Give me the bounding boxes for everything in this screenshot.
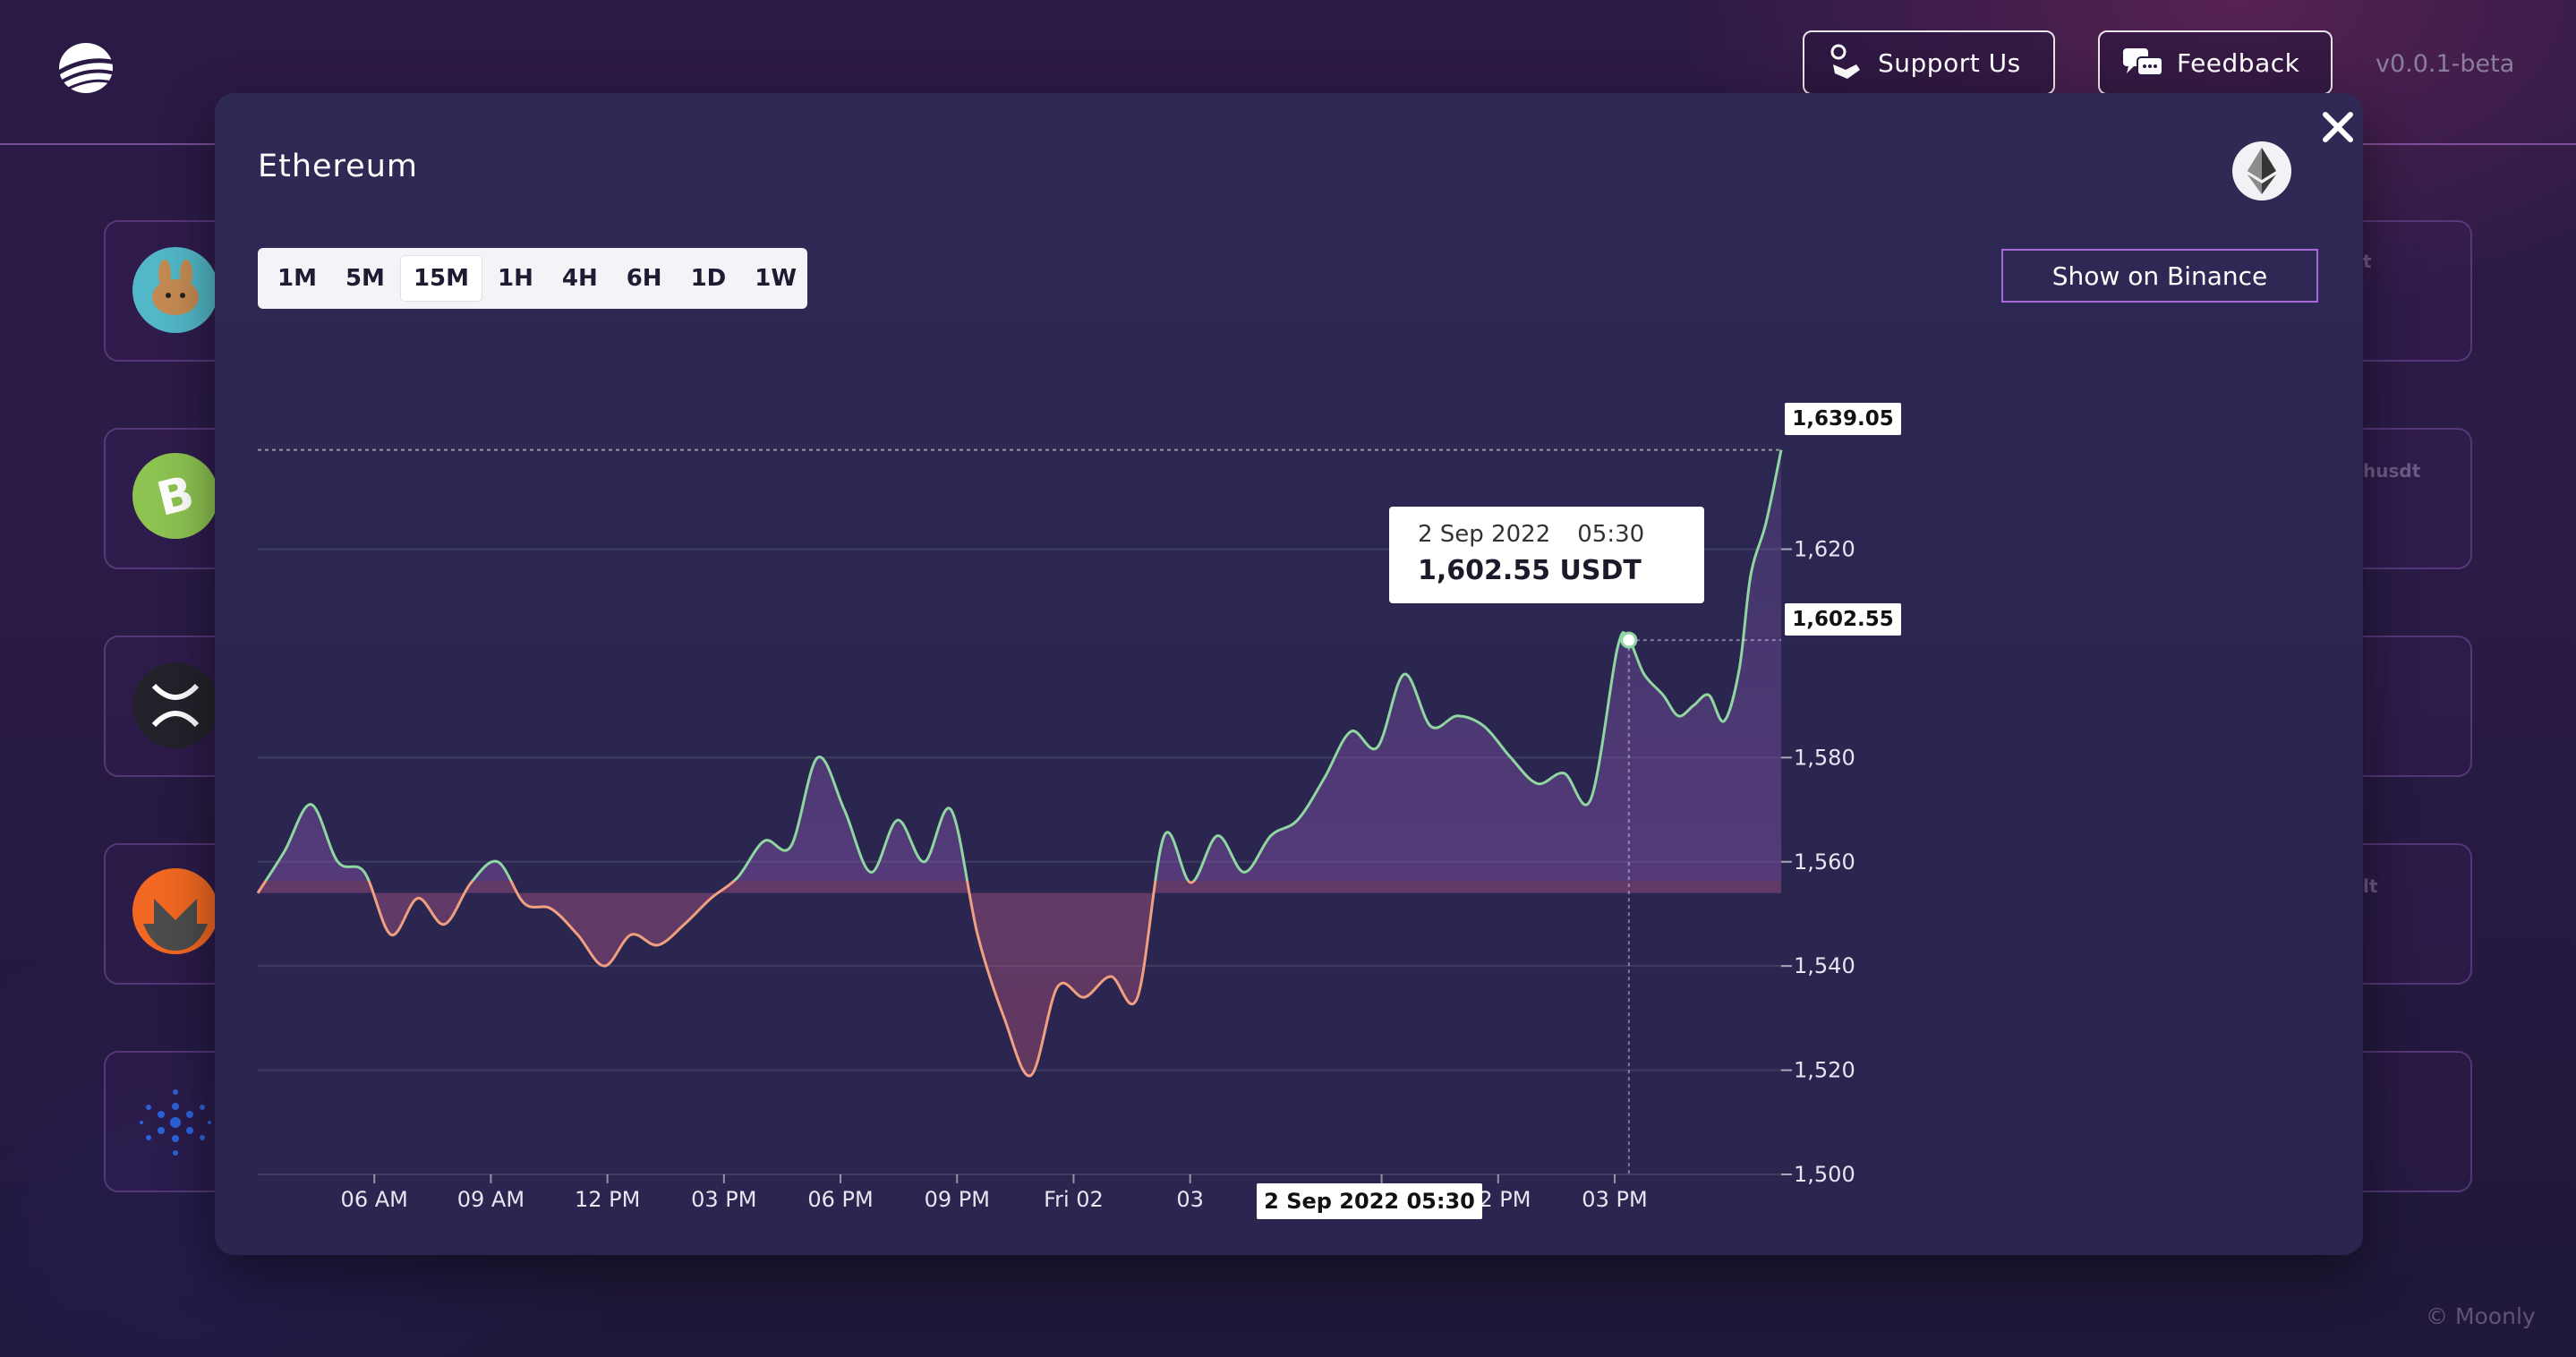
price-chart[interactable]: 1,500 1,520 1,540 1,560 1,580 1,620 06 AM 09 A…: [0, 0, 2576, 1357]
y-tick-label: 1,540: [1794, 953, 1855, 978]
last-price-label: 1,639.05: [1785, 403, 1901, 435]
y-tick-label: 1,580: [1794, 745, 1855, 770]
hover-point: [1620, 631, 1638, 649]
x-tick-label: 09 PM: [925, 1187, 990, 1212]
y-tick-label: 1,620: [1794, 537, 1855, 562]
crosshair-x-label: 2 Sep 2022 05:30: [1257, 1183, 1482, 1219]
x-tick-label: 12 PM: [575, 1187, 640, 1212]
x-tick-label: 09 AM: [457, 1187, 525, 1212]
x-tick-label: 06 AM: [341, 1187, 408, 1212]
x-tick-label: 06 PM: [807, 1187, 873, 1212]
x-tick-label: 03: [1176, 1187, 1204, 1212]
y-tick-label: 1,520: [1794, 1058, 1855, 1083]
hover-price-label: 1,602.55: [1785, 603, 1901, 636]
x-tick-label: 03 PM: [691, 1187, 756, 1212]
price-tooltip: 2 Sep 2022 05:30 1,602.55 USDT: [1389, 507, 1704, 603]
tooltip-value: 1,602.55 USDT: [1418, 555, 1642, 586]
x-tick-label: Fri 02: [1044, 1187, 1104, 1212]
x-tick-label: 03 PM: [1582, 1187, 1647, 1212]
tooltip-date: 2 Sep 2022: [1418, 521, 1551, 548]
y-tick-label: 1,500: [1794, 1162, 1855, 1187]
tooltip-time: 05:30: [1577, 521, 1645, 548]
y-tick-label: 1,560: [1794, 849, 1855, 875]
